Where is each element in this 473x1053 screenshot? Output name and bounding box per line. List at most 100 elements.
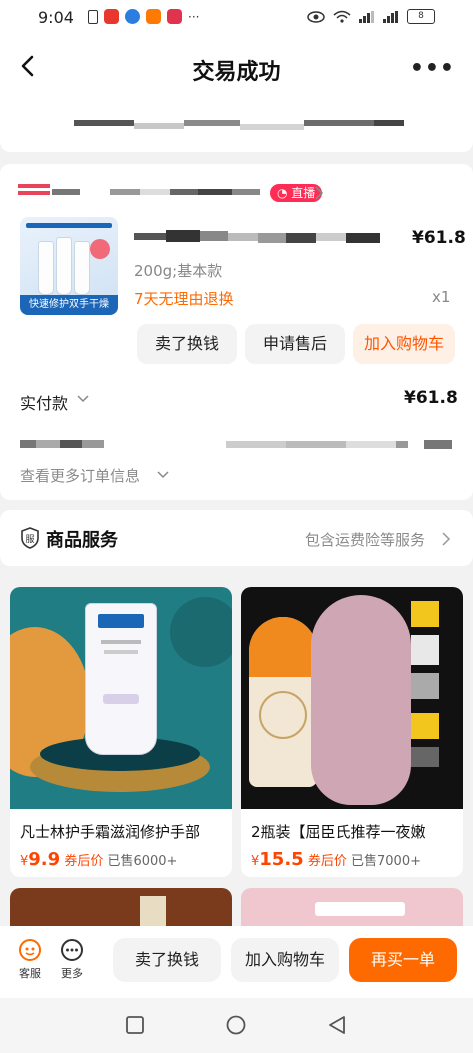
recommendation-price: 15.5 bbox=[259, 849, 304, 870]
signal-icon bbox=[359, 10, 374, 23]
recommendation-price-row: ¥9.9 券后价 已售6000+ bbox=[20, 849, 177, 870]
sold-count: 已售7000+ bbox=[351, 854, 421, 869]
recommendation-price-row: ¥15.5 券后价 已售7000+ bbox=[251, 849, 421, 870]
price-note: 券后价 bbox=[64, 854, 104, 869]
app-icon bbox=[104, 9, 119, 24]
price-note: 券后价 bbox=[307, 854, 347, 869]
recommendation-name: 2瓶装【屈臣氏推荐一夜嫩 bbox=[251, 823, 426, 841]
nav-bar: 交易成功 ••• bbox=[0, 36, 473, 100]
recommendation-price: 9.9 bbox=[28, 849, 61, 870]
order-id-redacted bbox=[226, 441, 408, 448]
status-right-icons: 8 bbox=[307, 9, 435, 24]
recent-apps-icon[interactable] bbox=[126, 1016, 144, 1034]
product-spec: 200g;基本款 bbox=[134, 262, 223, 280]
status-bar: 9:04 ··· 8 bbox=[0, 0, 473, 36]
app-icon bbox=[167, 9, 182, 24]
product-image-partial bbox=[140, 896, 166, 928]
chevron-right-icon bbox=[315, 186, 324, 200]
status-app-icons: ··· bbox=[88, 9, 199, 24]
customer-service-icon bbox=[19, 939, 41, 961]
chevron-down-icon[interactable] bbox=[157, 470, 169, 480]
more-notifications-icon: ··· bbox=[188, 9, 200, 24]
recommendation-name: 凡士林护手霜滋润修护手部 bbox=[20, 823, 201, 841]
recommendation-card[interactable]: 凡士林护手霜滋润修护手部 ¥9.9 券后价 已售6000+ bbox=[10, 587, 232, 877]
app-icon bbox=[125, 9, 140, 24]
product-quantity: x1 bbox=[432, 288, 451, 306]
image-shape bbox=[170, 597, 232, 667]
back-icon[interactable] bbox=[328, 1015, 346, 1035]
live-dot-icon: ◔ bbox=[277, 186, 292, 200]
strip-block bbox=[411, 747, 439, 767]
tube-label bbox=[98, 614, 144, 628]
notification-icon bbox=[88, 9, 98, 24]
service-card[interactable]: 服 商品服务 包含运费险等服务 bbox=[0, 510, 473, 566]
product-tube-image bbox=[38, 241, 54, 295]
recommendation-card-partial[interactable] bbox=[10, 888, 232, 928]
bottle-cap bbox=[249, 617, 317, 677]
customer-service-button[interactable]: 客服 bbox=[10, 938, 50, 981]
service-title: 商品服务 bbox=[46, 530, 118, 551]
more-label: 更多 bbox=[61, 967, 83, 980]
service-link[interactable]: 包含运费险等服务 bbox=[305, 529, 425, 550]
signal-icon bbox=[383, 10, 398, 23]
status-time: 9:04 bbox=[38, 8, 74, 27]
recommendation-card[interactable]: 2瓶装【屈臣氏推荐一夜嫩 ¥15.5 券后价 已售7000+ bbox=[241, 587, 463, 877]
strip-block bbox=[411, 713, 439, 739]
paid-amount: ¥61.8 bbox=[404, 388, 458, 408]
wifi-icon bbox=[333, 10, 351, 23]
paid-label[interactable]: 实付款 bbox=[20, 390, 68, 414]
home-icon[interactable] bbox=[226, 1015, 246, 1035]
more-options-icon[interactable]: ••• bbox=[410, 56, 455, 81]
sold-count: 已售6000+ bbox=[107, 854, 178, 869]
product-price: ¥61.8 bbox=[412, 228, 466, 248]
foot-image bbox=[311, 595, 411, 805]
order-info-redacted bbox=[20, 440, 104, 448]
bottle-label bbox=[259, 691, 307, 739]
thumb-header bbox=[26, 223, 112, 228]
eye-icon bbox=[307, 10, 325, 23]
product-image-partial bbox=[315, 902, 405, 916]
tube-text bbox=[103, 694, 139, 704]
tube-text bbox=[101, 640, 141, 644]
battery-icon: 8 bbox=[407, 9, 435, 24]
product-thumbnail[interactable]: 快速修护双手干燥 bbox=[20, 217, 118, 315]
more-order-info-link[interactable]: 查看更多订单信息 bbox=[20, 465, 140, 486]
bottom-action-bar: 客服 更多 卖了换钱 加入购物车 再买一单 bbox=[0, 926, 473, 998]
bottle-image bbox=[249, 617, 317, 787]
recommendation-card-partial[interactable] bbox=[241, 888, 463, 928]
sell-button[interactable]: 卖了换钱 bbox=[113, 938, 221, 982]
shop-name-redacted[interactable] bbox=[52, 189, 260, 195]
chevron-right-icon bbox=[442, 532, 451, 546]
chevron-down-icon[interactable] bbox=[77, 394, 89, 404]
sell-button[interactable]: 卖了换钱 bbox=[137, 324, 237, 364]
badge-sticker bbox=[90, 239, 110, 259]
strip-block bbox=[411, 673, 439, 699]
strip-block bbox=[411, 601, 439, 627]
tube-text bbox=[104, 650, 138, 654]
svg-text:服: 服 bbox=[25, 534, 34, 545]
copy-redacted bbox=[424, 440, 452, 449]
thumb-banner: 快速修护双手干燥 bbox=[20, 295, 118, 315]
product-tube-image bbox=[74, 241, 90, 295]
product-image bbox=[10, 587, 232, 809]
customer-service-label: 客服 bbox=[19, 967, 41, 980]
address-card[interactable] bbox=[0, 100, 473, 152]
add-to-cart-button[interactable]: 加入购物车 bbox=[353, 324, 455, 364]
add-to-cart-button[interactable]: 加入购物车 bbox=[231, 938, 339, 982]
page-title: 交易成功 bbox=[192, 60, 281, 85]
live-badge-label: 直播 bbox=[291, 186, 316, 200]
product-image bbox=[241, 587, 463, 809]
return-policy: 7天无理由退换 bbox=[134, 290, 234, 308]
shield-icon: 服 bbox=[21, 527, 39, 549]
shop-logo[interactable] bbox=[18, 184, 50, 198]
product-tube-image bbox=[56, 237, 72, 295]
address-redacted bbox=[74, 120, 404, 130]
product-title-redacted[interactable] bbox=[134, 230, 380, 243]
more-dots-icon bbox=[61, 939, 83, 961]
after-sale-button[interactable]: 申请售后 bbox=[245, 324, 345, 364]
more-button[interactable]: 更多 bbox=[52, 938, 92, 981]
system-nav-bar bbox=[0, 998, 473, 1053]
buy-again-button[interactable]: 再买一单 bbox=[349, 938, 457, 982]
tube-image bbox=[85, 603, 157, 755]
app-icon bbox=[146, 9, 161, 24]
